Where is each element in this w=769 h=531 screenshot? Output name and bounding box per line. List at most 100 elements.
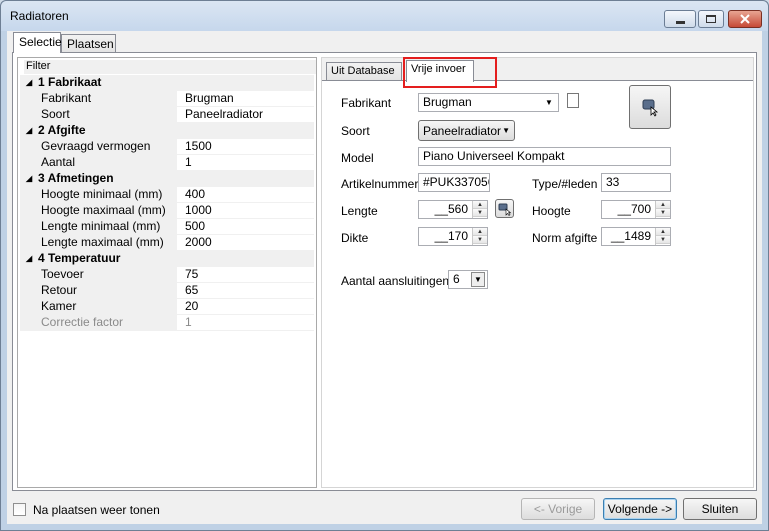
grid-gutter xyxy=(20,267,37,283)
grid-gutter xyxy=(20,187,37,203)
weer-tonen-checkbox[interactable] xyxy=(13,503,26,516)
grid-property-row[interactable]: Retour 65 xyxy=(20,283,314,299)
client-area: Selectie Plaatsen Filter ◢ 1 Fabrikaat Fab… xyxy=(7,31,762,524)
grid-property-value[interactable]: 65 xyxy=(182,283,198,298)
norm-afgifte-value: __1489 xyxy=(610,229,651,243)
filter-label: Filter xyxy=(24,60,316,74)
grid-property-value[interactable]: 1 xyxy=(182,315,192,330)
grid-property-row[interactable]: Fabrikant Brugman xyxy=(20,91,314,107)
spin-up-icon: ▲ xyxy=(473,201,487,209)
maximize-button[interactable] xyxy=(698,10,724,28)
lengte-stepper[interactable]: __560 ▲ ▼ xyxy=(418,200,488,219)
grid-property-name: Kamer xyxy=(37,299,177,315)
hoogte-stepper[interactable]: __700 ▲ ▼ xyxy=(601,200,671,219)
lengte-value: __560 xyxy=(434,202,468,216)
grid-property-row[interactable]: Toevoer 75 xyxy=(20,267,314,283)
previous-button[interactable]: <- Vorige xyxy=(521,498,595,520)
right-pane: Uit Database Vrije invoer Fabrikant Brug… xyxy=(321,57,754,488)
aansluitingen-combo[interactable]: 6 ▼ xyxy=(448,270,488,289)
grid-gutter xyxy=(20,155,37,171)
filter-box: Filter ◢ 1 Fabrikaat Fabrikant Brugman Soort… xyxy=(17,57,317,488)
maximize-icon xyxy=(706,15,716,23)
lengte-select-button[interactable] xyxy=(495,199,514,218)
grid-category[interactable]: ◢ 4 Temperatuur xyxy=(20,251,314,267)
grid-property-value[interactable]: 1000 xyxy=(182,203,212,218)
grid-property-row[interactable]: Lengte maximaal (mm) 2000 xyxy=(20,235,314,251)
soort-combo[interactable]: Paneelradiator ▼ xyxy=(418,120,515,141)
grid-gutter xyxy=(20,107,37,123)
collapse-icon[interactable]: ◢ xyxy=(26,251,32,266)
chevron-down-icon: ▼ xyxy=(502,126,510,135)
spin-up-icon: ▲ xyxy=(656,228,670,236)
grid-category[interactable]: ◢ 2 Afgifte xyxy=(20,123,314,139)
close-dialog-button[interactable]: Sluiten xyxy=(683,498,757,520)
grid-property-row[interactable]: Lengte minimaal (mm) 500 xyxy=(20,219,314,235)
grid-property-row[interactable]: Correctie factor 1 xyxy=(20,315,314,331)
grid-category[interactable]: ◢ 1 Fabrikaat xyxy=(20,75,314,91)
grid-property-value[interactable]: 2000 xyxy=(182,235,212,250)
dikte-spin[interactable]: ▲ ▼ xyxy=(472,228,487,245)
tab-plaatsen[interactable]: Plaatsen xyxy=(61,34,116,53)
select-radiator-button[interactable] xyxy=(629,85,671,129)
fabrikant-combo[interactable]: Brugman ▼ xyxy=(418,93,559,112)
spin-up-icon: ▲ xyxy=(656,201,670,209)
grid-property-row[interactable]: Aantal 1 xyxy=(20,155,314,171)
grid-property-row[interactable]: Gevraagd vermogen 1500 xyxy=(20,139,314,155)
grid-property-name: Aantal xyxy=(37,155,177,171)
artikelnummer-input[interactable]: #PUK337056 xyxy=(418,173,490,192)
minimize-button[interactable] xyxy=(664,10,696,28)
grid-property-value[interactable]: Paneelradiator xyxy=(182,107,263,122)
model-input[interactable]: Piano Universeel Kompakt xyxy=(418,147,671,166)
grid-property-row[interactable]: Soort Paneelradiator xyxy=(20,107,314,123)
chevron-down-icon: ▼ xyxy=(545,98,553,107)
grid-category-label: 2 Afgifte xyxy=(38,123,86,137)
aansluitingen-value: 6 xyxy=(453,272,460,286)
grid-property-row[interactable]: Hoogte maximaal (mm) 1000 xyxy=(20,203,314,219)
grid-property-value[interactable]: 1500 xyxy=(182,139,212,154)
aansluitingen-label: Aantal aansluitingen xyxy=(341,274,450,288)
grid-property-name: Hoogte maximaal (mm) xyxy=(37,203,177,219)
chevron-down-icon: ▼ xyxy=(471,272,485,287)
grid-property-row[interactable]: Kamer 20 xyxy=(20,299,314,315)
dikte-stepper[interactable]: __170 ▲ ▼ xyxy=(418,227,488,246)
tab-selectie[interactable]: Selectie xyxy=(13,32,62,53)
lengte-label: Lengte xyxy=(341,204,378,218)
property-grid: ◢ 1 Fabrikaat Fabrikant Brugman Soort Paneelr… xyxy=(20,75,314,331)
dikte-label: Dikte xyxy=(341,231,369,245)
norm-afgifte-stepper[interactable]: __1489 ▲ ▼ xyxy=(601,227,671,246)
dikte-value: __170 xyxy=(434,229,468,243)
new-document-icon[interactable] xyxy=(567,93,579,108)
grid-property-value[interactable]: 75 xyxy=(182,267,198,282)
grid-property-value[interactable]: 400 xyxy=(182,187,205,202)
collapse-icon[interactable]: ◢ xyxy=(26,123,32,138)
spin-up-icon: ▲ xyxy=(473,228,487,236)
collapse-icon[interactable]: ◢ xyxy=(26,171,32,186)
spin-down-icon: ▼ xyxy=(473,236,487,244)
grid-property-value[interactable]: 500 xyxy=(182,219,205,234)
collapse-icon[interactable]: ◢ xyxy=(26,75,32,90)
tab-highlight xyxy=(403,57,497,88)
vrije-invoer-panel: Fabrikant Brugman ▼ Soort Paneelradiator… xyxy=(322,80,753,487)
minimize-icon xyxy=(675,20,685,24)
grid-property-name: Retour xyxy=(37,283,177,299)
grid-gutter xyxy=(20,283,37,299)
grid-property-name: Gevraagd vermogen xyxy=(37,139,177,155)
grid-category[interactable]: ◢ 3 Afmetingen xyxy=(20,171,314,187)
grid-property-value[interactable]: 1 xyxy=(182,155,192,170)
grid-gutter xyxy=(20,315,37,331)
grid-property-row[interactable]: Hoogte minimaal (mm) 400 xyxy=(20,187,314,203)
spin-down-icon: ▼ xyxy=(473,209,487,217)
close-button[interactable] xyxy=(728,10,762,28)
grid-gutter xyxy=(20,219,37,235)
grid-property-value[interactable]: 20 xyxy=(182,299,198,314)
window-title: Radiatoren xyxy=(10,9,69,23)
norm-spin[interactable]: ▲ ▼ xyxy=(655,228,670,245)
weer-tonen-label: Na plaatsen weer tonen xyxy=(33,503,160,517)
tab-uit-database[interactable]: Uit Database xyxy=(326,62,402,81)
next-button[interactable]: Volgende -> xyxy=(603,498,677,520)
type-input[interactable]: 33 xyxy=(601,173,671,192)
grid-property-value[interactable]: Brugman xyxy=(182,91,234,106)
lengte-spin[interactable]: ▲ ▼ xyxy=(472,201,487,218)
hoogte-spin[interactable]: ▲ ▼ xyxy=(655,201,670,218)
grid-property-name: Fabrikant xyxy=(37,91,177,107)
